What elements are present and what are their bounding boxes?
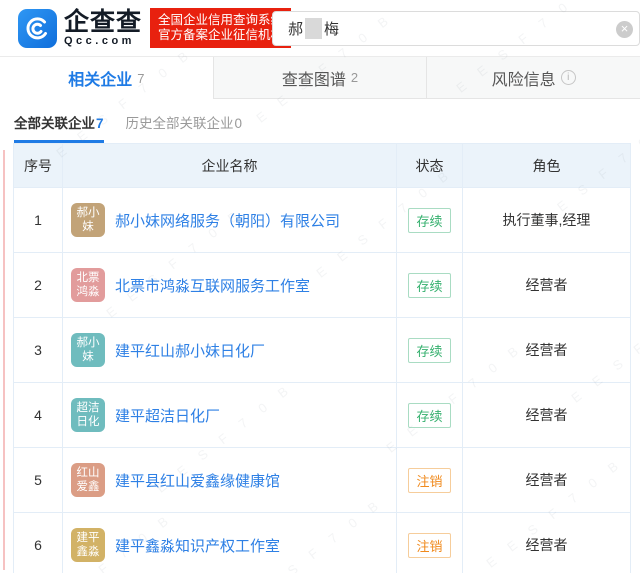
tab-bar: 相关企业 7 查查图谱 2 风险信息 i xyxy=(0,57,640,99)
qcc-swirl-icon xyxy=(26,16,47,39)
row-index: 6 xyxy=(13,512,63,573)
tab-label: 相关企业 xyxy=(68,72,133,89)
search-input[interactable]: 郝梅 × xyxy=(272,11,640,46)
avatar-line2: 爱鑫 xyxy=(76,481,100,493)
avatar-line2: 鸿淼 xyxy=(76,286,100,298)
company-avatar: 超洁 日化 xyxy=(71,398,105,432)
redacted-char xyxy=(305,18,323,39)
company-cell: 红山 爱鑫 建平县红山爱鑫缘健康馆 xyxy=(71,463,396,497)
row-index: 5 xyxy=(13,447,63,513)
table-row: 5 红山 爱鑫 建平县红山爱鑫缘健康馆 注销 经营者 xyxy=(13,447,631,513)
company-cell: 郝小 妹 郝小妹网络服务（朝阳）有限公司 xyxy=(71,203,396,237)
tab-related-companies[interactable]: 相关企业 7 xyxy=(0,57,213,99)
status-badge: 注销 xyxy=(408,467,451,493)
certification-badge: 全国企业信用查询系统 官方备案企业征信机构 xyxy=(150,8,292,48)
tab-risk-info[interactable]: 风险信息 i xyxy=(426,57,640,99)
tab-label: 风险信息 xyxy=(491,71,556,89)
certification-line1: 全国企业信用查询系统 xyxy=(158,13,284,27)
avatar-line2: 鑫淼 xyxy=(76,546,100,558)
row-index: 2 xyxy=(13,252,63,318)
role-cell: 经营者 xyxy=(462,447,631,513)
tab-label: 查查图谱 xyxy=(281,71,346,89)
company-name-link[interactable]: 建平县红山爱鑫缘健康馆 xyxy=(115,470,280,491)
table-row: 4 超洁 日化 建平超洁日化厂 存续 经营者 xyxy=(13,382,631,448)
status-badge: 存续 xyxy=(408,337,451,363)
role-cell: 经营者 xyxy=(462,317,631,383)
clear-search-icon[interactable]: × xyxy=(616,21,633,38)
avatar-line1: 红山 xyxy=(76,467,100,479)
col-header-index: 序号 xyxy=(13,143,63,188)
company-cell: 北票 鸿淼 北票市鸿淼互联网服务工作室 xyxy=(71,268,396,302)
company-avatar: 建平 鑫淼 xyxy=(71,528,105,562)
role-cell: 执行董事,经理 xyxy=(462,187,631,253)
table-body: 1 郝小 妹 郝小妹网络服务（朝阳）有限公司 存续 执行董事,经理 2 北票 鸿… xyxy=(13,187,631,573)
role-cell: 经营者 xyxy=(462,382,631,448)
subtab-count: 7 xyxy=(96,116,104,131)
red-edge-artifact xyxy=(3,150,5,570)
row-index: 3 xyxy=(13,317,63,383)
status-badge: 存续 xyxy=(408,272,451,298)
avatar-line2: 日化 xyxy=(76,416,100,428)
company-name-link[interactable]: 建平鑫淼知识产权工作室 xyxy=(115,535,280,556)
avatar-line1: 郝小 xyxy=(76,207,100,219)
info-icon: i xyxy=(560,70,576,85)
search-value: 郝梅 xyxy=(288,18,339,39)
role-cell: 经营者 xyxy=(462,512,631,573)
qcc-logo[interactable]: 企查查 Qcc.com xyxy=(18,8,142,48)
company-name-link[interactable]: 建平超洁日化厂 xyxy=(115,405,220,426)
header: 企查查 Qcc.com 全国企业信用查询系统 官方备案企业征信机构 郝梅 × xyxy=(0,0,640,57)
company-avatar: 郝小 妹 xyxy=(71,333,105,367)
companies-table: 序号 企业名称 状态 角色 1 郝小 妹 郝小妹网络服务（朝阳）有限公司 存续 … xyxy=(13,143,631,573)
avatar-line2: 妹 xyxy=(82,221,94,233)
subtab-label: 全部关联企业 xyxy=(14,116,95,131)
company-cell: 超洁 日化 建平超洁日化厂 xyxy=(71,398,396,432)
qcc-logo-text: 企查查 Qcc.com xyxy=(64,9,142,47)
avatar-line1: 北票 xyxy=(76,272,100,284)
brand-name: 企查查 xyxy=(64,8,143,36)
status-badge: 存续 xyxy=(408,207,451,233)
tab-chacha-graph[interactable]: 查查图谱 2 xyxy=(212,57,427,99)
table-row: 6 建平 鑫淼 建平鑫淼知识产权工作室 注销 经营者 xyxy=(13,512,631,573)
avatar-line1: 郝小 xyxy=(76,337,100,349)
company-avatar: 北票 鸿淼 xyxy=(71,268,105,302)
col-header-role: 角色 xyxy=(462,143,631,188)
company-name-link[interactable]: 北票市鸿淼互联网服务工作室 xyxy=(115,275,310,296)
company-cell: 郝小 妹 建平红山郝小妹日化厂 xyxy=(71,333,396,367)
company-name-link[interactable]: 郝小妹网络服务（朝阳）有限公司 xyxy=(115,210,340,231)
page: E E S F 7 0 B E E S F 7 0 B E E S F 7 0 … xyxy=(0,0,640,573)
table-row: 3 郝小 妹 建平红山郝小妹日化厂 存续 经营者 xyxy=(13,317,631,383)
certification-line2: 官方备案企业征信机构 xyxy=(158,28,284,42)
company-avatar: 郝小 妹 xyxy=(71,203,105,237)
col-header-status: 状态 xyxy=(396,143,463,188)
avatar-line1: 建平 xyxy=(76,532,100,544)
qcc-logo-icon xyxy=(18,8,57,48)
row-index: 4 xyxy=(13,382,63,448)
avatar-line2: 妹 xyxy=(82,351,94,363)
table-row: 2 北票 鸿淼 北票市鸿淼互联网服务工作室 存续 经营者 xyxy=(13,252,631,318)
tab-count: 2 xyxy=(350,70,359,85)
avatar-line1: 超洁 xyxy=(76,402,100,414)
subtab-count: 0 xyxy=(234,116,243,131)
tab-count: 7 xyxy=(137,70,145,86)
subtab-all-related[interactable]: 全部关联企业7 xyxy=(14,112,104,143)
role-cell: 经营者 xyxy=(462,252,631,318)
row-index: 1 xyxy=(13,187,63,253)
company-name-link[interactable]: 建平红山郝小妹日化厂 xyxy=(115,340,265,361)
subtab-label: 历史全部关联企业 xyxy=(125,116,234,131)
table-header-row: 序号 企业名称 状态 角色 xyxy=(13,143,631,188)
col-header-company: 企业名称 xyxy=(62,143,397,188)
table-row: 1 郝小 妹 郝小妹网络服务（朝阳）有限公司 存续 执行董事,经理 xyxy=(13,187,631,253)
company-cell: 建平 鑫淼 建平鑫淼知识产权工作室 xyxy=(71,528,396,562)
status-badge: 注销 xyxy=(408,532,451,558)
status-badge: 存续 xyxy=(408,402,451,428)
subtab-history-related[interactable]: 历史全部关联企业0 xyxy=(126,112,243,143)
company-avatar: 红山 爱鑫 xyxy=(71,463,105,497)
brand-domain: Qcc.com xyxy=(64,35,135,47)
subtab-bar: 全部关联企业7 历史全部关联企业0 xyxy=(0,99,640,143)
